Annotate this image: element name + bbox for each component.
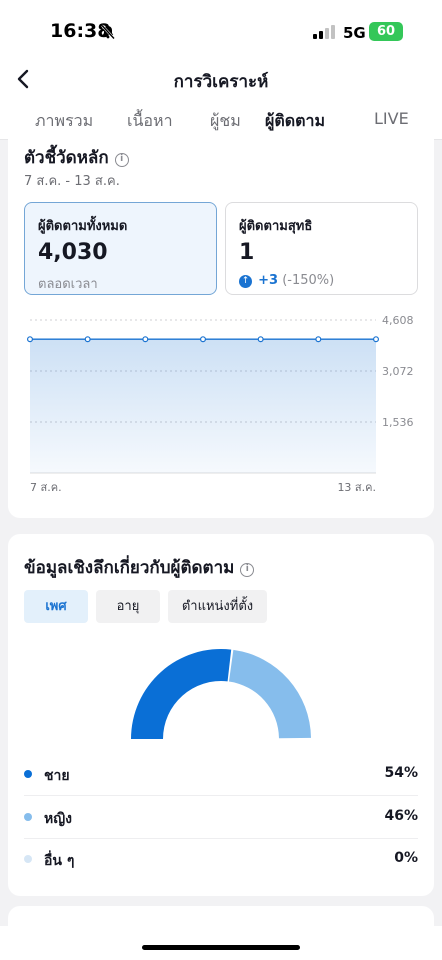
net-followers-change: ↑ +3 (-150%) <box>239 273 404 288</box>
data-point <box>373 336 380 343</box>
battery-icon: 60 <box>369 22 403 41</box>
legend-pct-other: 0% <box>394 850 418 866</box>
legend-dot-male <box>24 770 32 778</box>
y-tick-label: 4,608 <box>382 314 414 327</box>
tab-overview[interactable]: ภาพรวม <box>35 109 93 134</box>
legend-row-female: หญิง 46% <box>24 797 418 839</box>
segment-location[interactable]: ตำแหน่งที่ตั้ง <box>168 590 267 623</box>
insights-heading: ข้อมูลเชิงลึกเกี่ยวกับผู้ติดตาม i <box>24 554 255 581</box>
donut-segment <box>131 649 232 739</box>
legend-row-other: อื่น ๆ 0% <box>24 839 418 881</box>
tab-viewers[interactable]: ผู้ชม <box>210 109 241 134</box>
total-followers-period: ตลอดเวลา <box>38 277 98 292</box>
followers-chart: 4,608 3,072 1,536 7 ส.ค. 13 ส.ค. <box>27 314 414 494</box>
bottom-area <box>0 926 442 960</box>
insights-title: ข้อมูลเชิงลึกเกี่ยวกับผู้ติดตาม <box>24 558 235 578</box>
battery-level: 60 <box>376 24 396 39</box>
status-bar: 16:38 5G 60 <box>0 0 442 62</box>
total-followers-label: ผู้ติดตามทั้งหมด <box>38 219 128 234</box>
info-icon[interactable]: i <box>114 153 129 167</box>
data-point <box>84 336 91 343</box>
segment-gender[interactable]: เพศ <box>24 590 88 623</box>
date-range: 7 ส.ค. - 13 ส.ค. <box>24 174 120 189</box>
legend-label-male: ชาย <box>44 768 70 784</box>
key-metrics-heading: ตัวชี้วัดหลัก i <box>24 144 129 171</box>
total-followers-value: 4,030 <box>38 240 108 265</box>
data-point <box>27 336 34 343</box>
tab-followers[interactable]: ผู้ติดตาม <box>265 109 325 134</box>
key-metrics-title: ตัวชี้วัดหลัก <box>24 148 109 168</box>
data-point <box>315 336 322 343</box>
x-tick-label: 7 ส.ค. <box>30 481 62 494</box>
y-tick-label: 3,072 <box>382 365 414 378</box>
legend-pct-female: 46% <box>384 808 418 824</box>
legend-dot-female <box>24 813 32 821</box>
data-point <box>142 336 149 343</box>
segment-age[interactable]: อายุ <box>96 590 160 623</box>
arrow-up-icon: ↑ <box>239 275 252 288</box>
legend-dot-other <box>24 855 32 863</box>
total-followers-metric[interactable]: ผู้ติดตามทั้งหมด 4,030 ตลอดเวลา <box>24 202 217 295</box>
legend-label-other: อื่น ๆ <box>44 853 75 869</box>
data-point <box>257 336 264 343</box>
cellular-signal-icon <box>313 25 335 39</box>
net-followers-value: 1 <box>239 240 255 265</box>
legend-row-male: ชาย 54% <box>24 754 418 796</box>
tab-content[interactable]: เนื้อหา <box>127 109 173 134</box>
info-icon[interactable]: i <box>240 563 255 577</box>
header: การวิเคราะห์ ภาพรวม เนื้อหา ผู้ชม ผู้ติด… <box>0 62 442 140</box>
donut-segment <box>228 649 311 739</box>
data-point <box>200 336 207 343</box>
legend-label-female: หญิง <box>44 811 72 827</box>
bell-muted-icon <box>100 24 116 44</box>
tab-live[interactable]: LIVE <box>374 109 409 128</box>
key-metrics-card: ตัวชี้วัดหลัก i 7 ส.ค. - 13 ส.ค. ผู้ติดตา… <box>8 132 434 518</box>
home-indicator[interactable] <box>142 945 300 950</box>
net-followers-label: ผู้ติดตามสุทธิ <box>239 219 313 234</box>
change-value: +3 <box>258 273 279 288</box>
legend-pct-male: 54% <box>384 765 418 781</box>
network-type: 5G <box>343 24 366 42</box>
follower-insights-card: ข้อมูลเชิงลึกเกี่ยวกับผู้ติดตาม i เพศ อาย… <box>8 534 434 896</box>
net-followers-metric[interactable]: ผู้ติดตามสุทธิ 1 ↑ +3 (-150%) <box>225 202 418 295</box>
area-fill <box>30 339 376 473</box>
page-title: การวิเคราะห์ <box>173 72 269 92</box>
x-tick-label: 13 ส.ค. <box>337 481 376 494</box>
change-percent: (-150%) <box>282 273 335 288</box>
y-tick-label: 1,536 <box>382 416 414 429</box>
gender-donut-chart <box>131 649 311 739</box>
